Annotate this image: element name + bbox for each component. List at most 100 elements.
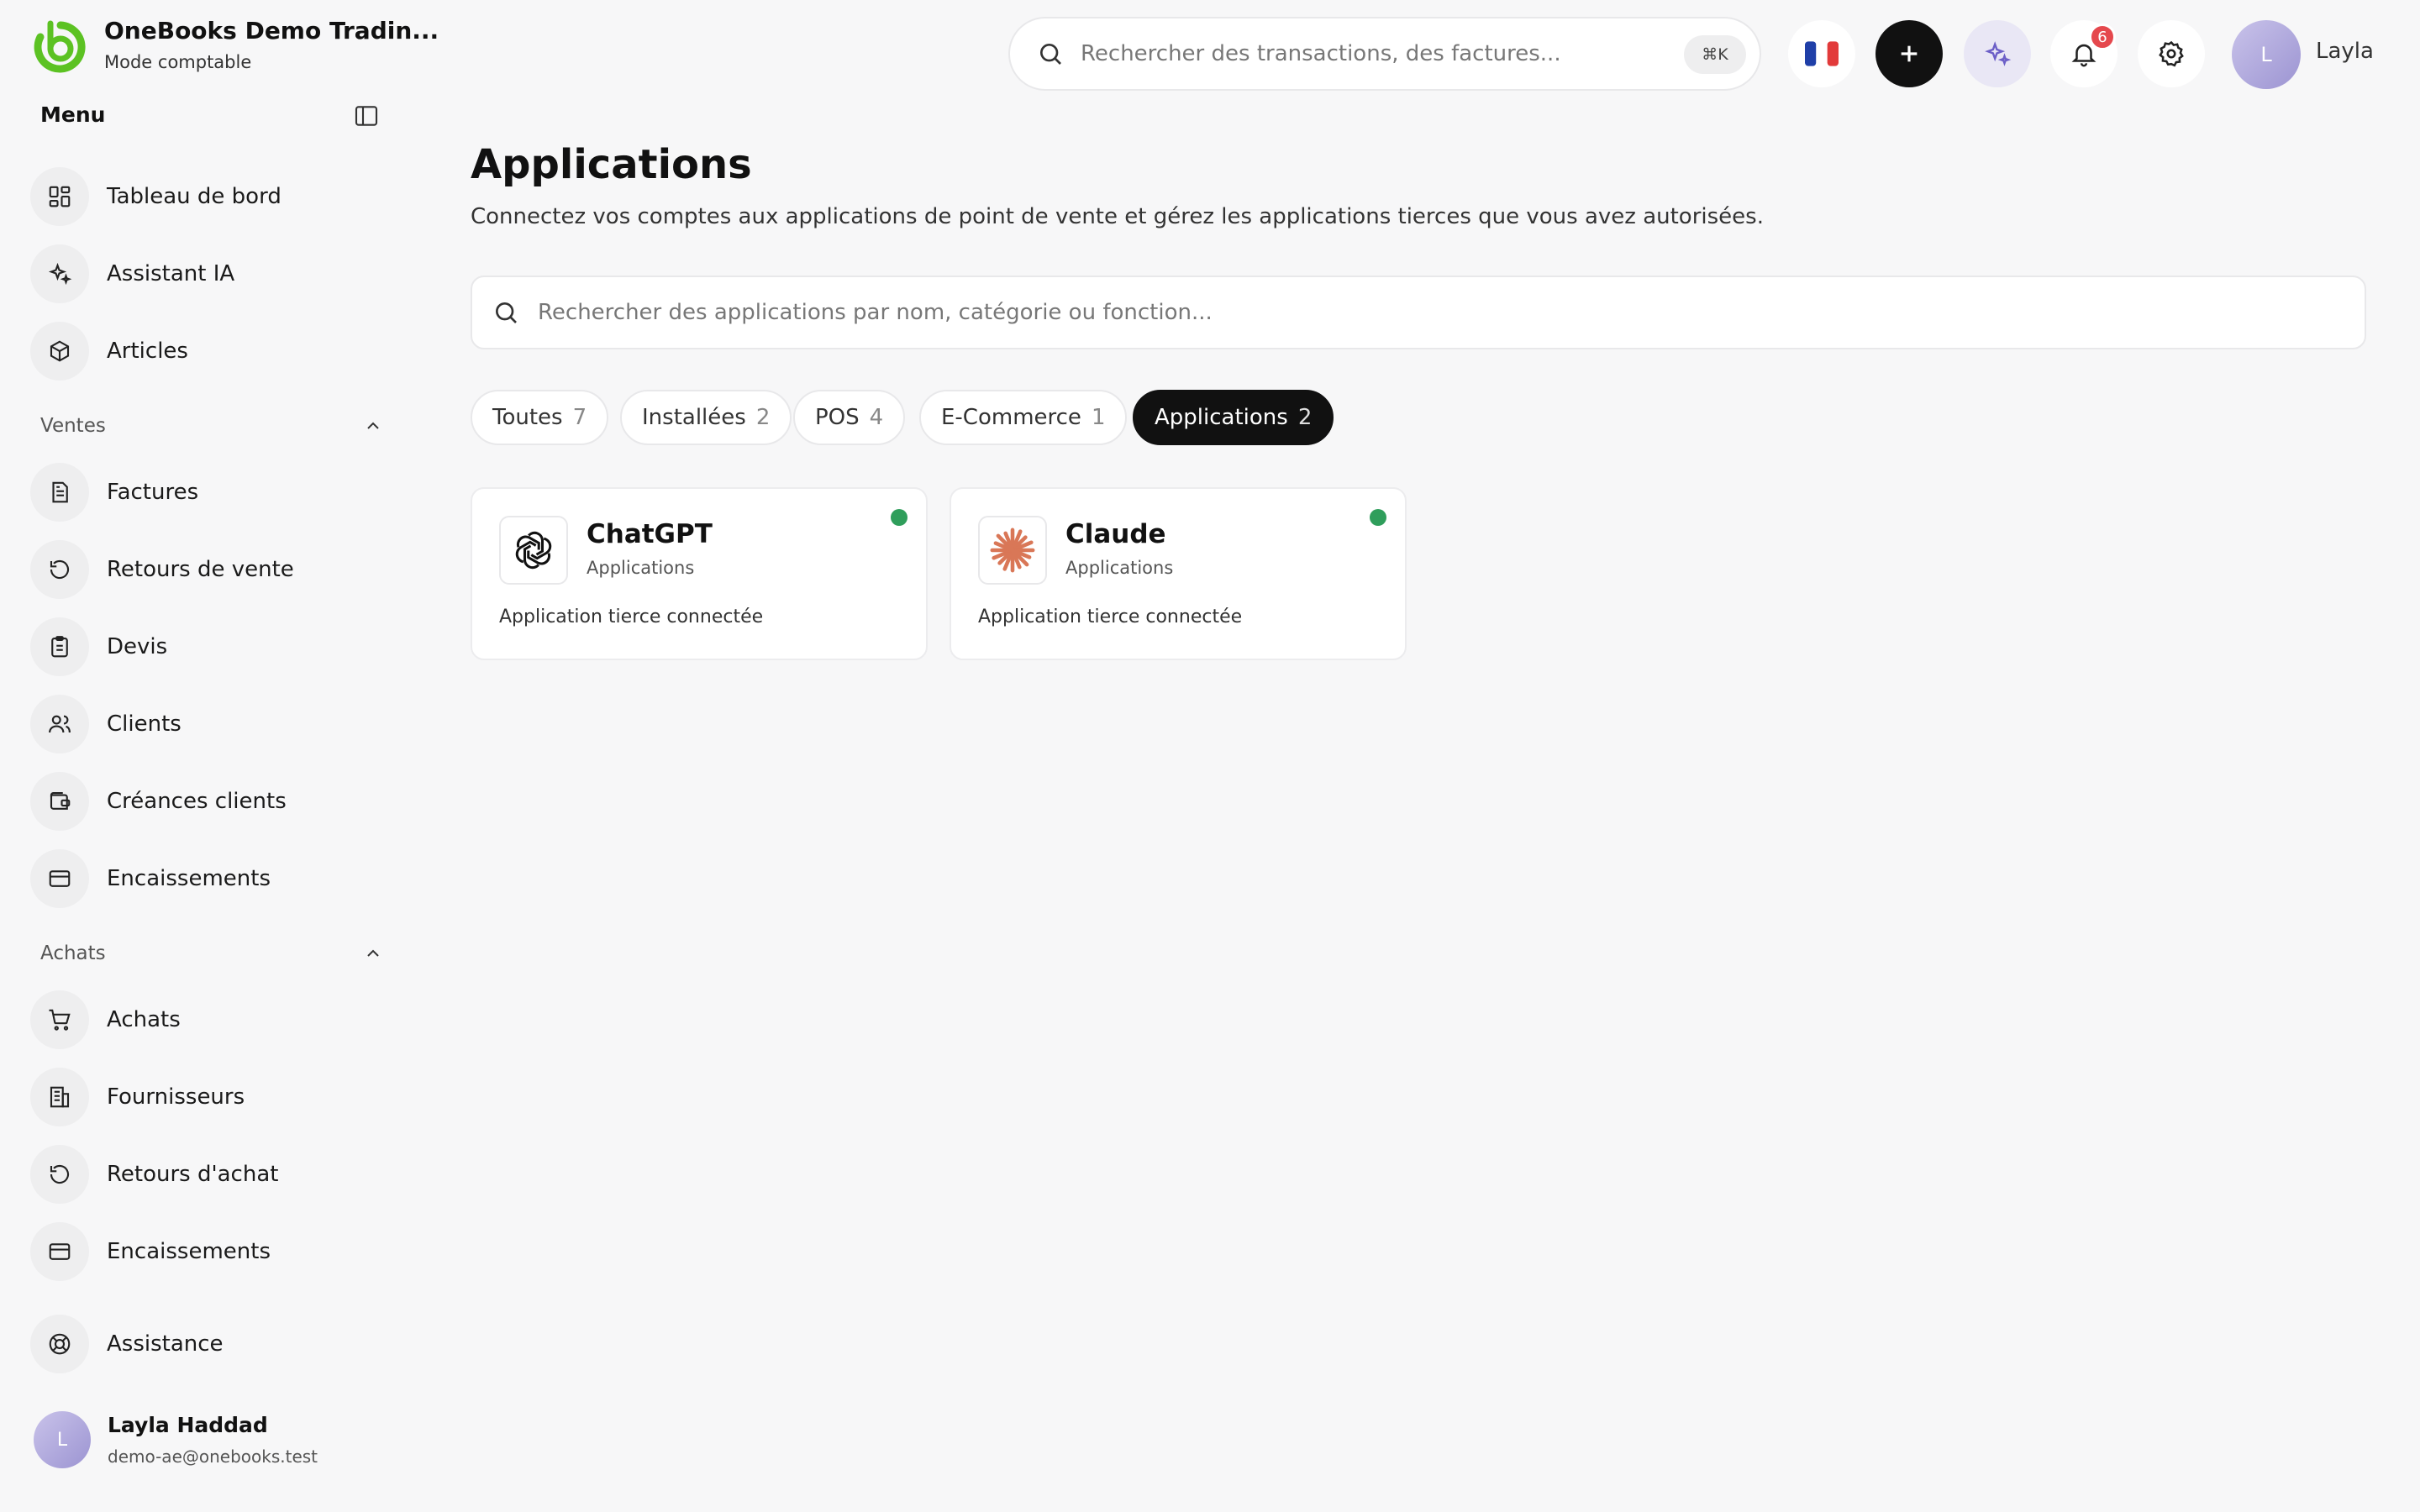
search-icon	[1037, 40, 1064, 67]
chevron-up-icon[interactable]	[363, 943, 383, 963]
gear-icon	[2159, 40, 2184, 67]
sidebar-item-label: Encaissements	[107, 1239, 271, 1264]
plus-icon	[1901, 45, 1918, 62]
section-purchases-header[interactable]: Achats	[40, 942, 383, 964]
filter-chip-applications[interactable]: Applications 2	[1133, 390, 1334, 445]
company-name[interactable]: OneBooks Demo Tradin...	[104, 17, 439, 45]
section-title: Achats	[40, 942, 106, 964]
app-card-chatgpt[interactable]: ChatGPT Applications Application tierce …	[471, 487, 928, 660]
sidebar-item-purchase-returns[interactable]: Retours d'achat	[30, 1142, 383, 1206]
connected-status-dot	[891, 509, 908, 526]
chip-label: E-Commerce	[941, 405, 1081, 430]
sidebar-item-label: Devis	[107, 634, 168, 659]
card-icon	[30, 1222, 89, 1281]
create-new-button[interactable]	[1876, 20, 1943, 87]
menu-title: Menu	[40, 102, 106, 127]
filter-chip-ecommerce[interactable]: E-Commerce 1	[919, 390, 1128, 445]
app-search-input[interactable]: Rechercher des applications par nom, cat…	[471, 276, 2366, 349]
sidebar-item-purchases[interactable]: Achats	[30, 988, 383, 1052]
chevron-up-icon[interactable]	[363, 416, 383, 436]
shortcut-badge: ⌘K	[1684, 35, 1746, 74]
sidebar-item-collections[interactable]: Encaissements	[30, 847, 383, 911]
sparkles-icon	[30, 244, 89, 303]
sidebar-item-ai-assistant[interactable]: Assistant IA	[30, 242, 383, 306]
lifebuoy-icon	[30, 1315, 89, 1373]
invoice-icon	[30, 463, 89, 522]
top-user-name[interactable]: Layla	[2316, 39, 2374, 64]
chip-count: 2	[755, 405, 771, 430]
sidebar-item-label: Retours d'achat	[107, 1162, 279, 1187]
box-icon	[30, 322, 89, 381]
company-mode: Mode comptable	[104, 52, 252, 72]
sidebar-item-label: Assistant IA	[107, 261, 235, 286]
user-email: demo-ae@onebooks.test	[108, 1446, 318, 1467]
app-category: Applications	[1065, 558, 1174, 578]
sidebar-item-clients[interactable]: Clients	[30, 692, 383, 756]
sidebar-item-label: Achats	[107, 1007, 181, 1032]
chip-count: 4	[869, 405, 884, 430]
filter-chip-all[interactable]: Toutes 7	[471, 390, 609, 445]
notification-count-badge: 6	[2089, 24, 2116, 50]
chip-count: 7	[572, 405, 587, 430]
ai-assistant-button[interactable]	[1964, 20, 2031, 87]
filter-chip-installed[interactable]: Installées 2	[620, 390, 792, 445]
chip-label: Installées	[642, 405, 746, 430]
app-description: Application tierce connectée	[499, 606, 764, 627]
sidebar-item-sales-returns[interactable]: Retours de vente	[30, 538, 383, 601]
chip-label: Applications	[1155, 405, 1288, 430]
sidebar-item-label: Créances clients	[107, 789, 287, 814]
chip-label: POS	[815, 405, 860, 430]
france-flag-icon	[1805, 41, 1839, 66]
search-icon	[492, 299, 519, 326]
sidebar-item-purchase-collections[interactable]: Encaissements	[30, 1220, 383, 1284]
avatar[interactable]: L	[2232, 20, 2301, 89]
sidebar-item-quotes[interactable]: Devis	[30, 615, 383, 679]
sidebar-item-label: Assistance	[107, 1331, 224, 1357]
sidebar-item-label: Fournisseurs	[107, 1084, 245, 1110]
chip-count: 2	[1297, 405, 1313, 430]
return-icon	[30, 1145, 89, 1204]
settings-button[interactable]	[2138, 20, 2205, 87]
claude-logo-icon	[978, 516, 1047, 585]
global-search-input[interactable]: Rechercher des transactions, des facture…	[1008, 17, 1761, 91]
card-icon	[30, 849, 89, 908]
brand-logo[interactable]	[32, 18, 89, 76]
app-category: Applications	[587, 558, 695, 578]
sidebar-item-articles[interactable]: Articles	[30, 319, 383, 383]
sparkles-icon	[1985, 41, 2012, 66]
dashboard-icon	[30, 167, 89, 226]
users-icon	[30, 695, 89, 753]
sidebar-item-receivables[interactable]: Créances clients	[30, 769, 383, 833]
sidebar-item-invoices[interactable]: Factures	[30, 460, 383, 524]
app-card-claude[interactable]: Claude Applications Application tierce c…	[950, 487, 1407, 660]
cart-icon	[30, 990, 89, 1049]
section-sales-header[interactable]: Ventes	[40, 415, 383, 437]
sidebar-item-label: Clients	[107, 711, 182, 737]
search-placeholder: Rechercher des applications par nom, cat…	[538, 300, 1213, 325]
app-description: Application tierce connectée	[978, 606, 1243, 627]
building-icon	[30, 1068, 89, 1126]
sidebar-item-label: Encaissements	[107, 866, 271, 891]
quote-icon	[30, 617, 89, 676]
app-name: Claude	[1065, 519, 1166, 549]
sidebar-item-support[interactable]: Assistance	[30, 1312, 383, 1376]
sidebar-item-dashboard[interactable]: Tableau de bord	[30, 165, 383, 228]
page-subtitle: Connectez vos comptes aux applications d…	[471, 204, 1764, 229]
filter-chip-pos[interactable]: POS 4	[793, 390, 906, 445]
user-name[interactable]: Layla Haddad	[108, 1413, 268, 1437]
search-placeholder: Rechercher des transactions, des facture…	[1081, 41, 1561, 66]
avatar[interactable]: L	[34, 1411, 91, 1468]
section-title: Ventes	[40, 415, 106, 437]
app-name: ChatGPT	[587, 519, 713, 549]
sidebar-item-label: Tableau de bord	[107, 184, 281, 209]
return-icon	[30, 540, 89, 599]
sidebar-item-suppliers[interactable]: Fournisseurs	[30, 1065, 383, 1129]
language-flag-button[interactable]	[1788, 20, 1855, 87]
sidebar-item-label: Articles	[107, 339, 188, 364]
chip-label: Toutes	[492, 405, 563, 430]
page-title: Applications	[471, 141, 752, 188]
connected-status-dot	[1370, 509, 1386, 526]
sidebar-toggle-icon[interactable]	[353, 102, 380, 129]
sidebar-item-label: Factures	[107, 480, 199, 505]
sidebar-item-label: Retours de vente	[107, 557, 294, 582]
